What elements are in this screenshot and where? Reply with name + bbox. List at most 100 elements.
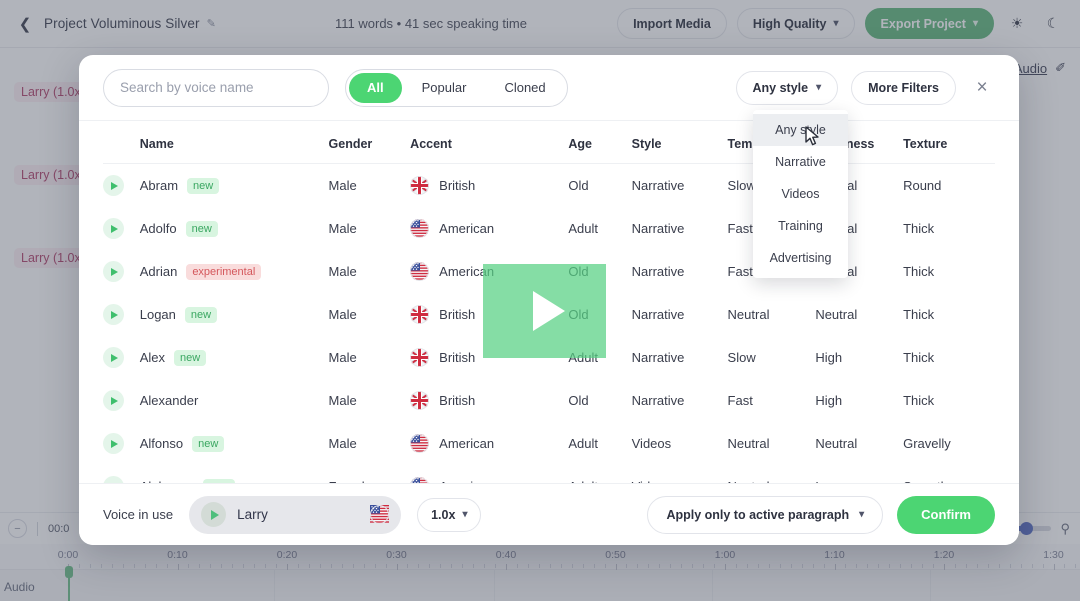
row-loudness-cell: Neutral xyxy=(815,307,858,322)
row-style-cell: Narrative xyxy=(631,393,685,408)
style-filter-dropdown[interactable]: Any style ▾ xyxy=(735,70,839,105)
voice-name: Alex xyxy=(139,350,166,365)
play-icon xyxy=(111,181,118,190)
row-style-cell: Narrative xyxy=(631,307,685,322)
voice-in-use-label: Voice in use xyxy=(103,507,174,522)
play-voice-button[interactable] xyxy=(103,218,124,239)
segment-popular[interactable]: Popular xyxy=(404,73,485,103)
row-play-cell[interactable] xyxy=(103,250,140,293)
chevron-down-icon: ▾ xyxy=(462,509,468,520)
dropdown-item-training[interactable]: Training xyxy=(753,210,848,242)
playback-speed-selector[interactable]: 1.0x ▾ xyxy=(417,497,482,532)
row-texture-cell: Thick xyxy=(903,307,935,322)
accent-label: American xyxy=(439,221,495,236)
category-segmented-control: All Popular Cloned xyxy=(345,68,568,107)
voice-tag: new xyxy=(192,435,225,452)
voice-table-head: Name Gender Accent Age Style Tempo Loudn… xyxy=(103,121,995,164)
voice-tag: new xyxy=(184,306,218,323)
play-icon xyxy=(111,396,118,405)
row-tempo-cell: Neutral xyxy=(727,436,770,451)
confirm-label: Confirm xyxy=(921,507,971,522)
col-header-name: Name xyxy=(139,137,174,151)
voice-row[interactable]: AbramnewMaleBritishOldNarrativeSlowNeutr… xyxy=(103,164,995,208)
row-tempo-cell: Fast xyxy=(727,393,753,408)
row-accent-cell: British xyxy=(410,164,568,208)
row-tempo-cell: Neutral xyxy=(727,307,770,322)
play-voice-button[interactable] xyxy=(103,261,124,282)
more-filters-button[interactable]: More Filters xyxy=(851,70,956,105)
voice-name: Alexander xyxy=(139,393,199,408)
mouse-cursor xyxy=(804,126,821,152)
row-play-cell[interactable] xyxy=(103,379,140,422)
row-texture-cell: Thick xyxy=(903,393,935,408)
play-voice-button[interactable] xyxy=(103,433,124,454)
flag-icon xyxy=(370,505,390,524)
voice-row[interactable]: AdolfonewMaleAmericanAdultNarrativeFastN… xyxy=(103,207,995,250)
table-header-row: Name Gender Accent Age Style Tempo Loudn… xyxy=(103,121,995,164)
confirm-button[interactable]: Confirm xyxy=(897,495,995,534)
play-voice-button[interactable] xyxy=(103,347,124,368)
col-header-age: Age xyxy=(568,137,592,151)
row-name-cell: Alexander xyxy=(140,379,329,422)
voice-preview-overlay[interactable] xyxy=(483,264,606,358)
selected-voice-flag xyxy=(370,505,390,524)
row-accent-cell: American xyxy=(410,422,568,465)
row-loudness-cell: High xyxy=(815,393,843,408)
dropdown-item-any-style[interactable]: Any style xyxy=(753,114,848,146)
play-icon xyxy=(111,224,118,233)
row-gender-cell: Male xyxy=(328,350,357,365)
row-age-cell: Old xyxy=(568,393,589,408)
flag-icon xyxy=(410,348,430,367)
voice-row[interactable]: Alfonso new Male American Adult Videos Neutral… xyxy=(103,422,995,465)
accent-label: British xyxy=(439,350,476,365)
row-play-cell[interactable] xyxy=(103,336,140,379)
flag-icon xyxy=(410,176,430,195)
more-filters-label: More Filters xyxy=(868,80,939,95)
play-icon xyxy=(111,439,118,448)
close-icon[interactable]: × xyxy=(969,75,995,101)
selected-voice-name: Larry xyxy=(237,507,268,522)
selected-voice-chip[interactable]: Larry xyxy=(189,495,402,534)
row-texture-cell: Thick xyxy=(903,350,935,365)
row-age-cell: Adult xyxy=(568,436,598,451)
accent-label: British xyxy=(439,393,476,408)
voice-name: Logan xyxy=(139,307,176,322)
voice-row[interactable]: Alexander Male British Old Narrative Fast High… xyxy=(103,379,995,422)
row-name-cell: Adrian experimental xyxy=(140,250,329,293)
accent-label: British xyxy=(439,307,476,322)
row-gender-cell: Male xyxy=(328,221,357,236)
voice-name: Adrian xyxy=(139,264,178,279)
col-header-style: Style xyxy=(631,137,662,151)
play-voice-button[interactable] xyxy=(103,175,124,196)
dropdown-item-narrative[interactable]: Narrative xyxy=(753,146,848,178)
apply-scope-selector[interactable]: Apply only to active paragraph ▾ xyxy=(647,495,884,534)
segment-cloned[interactable]: Cloned xyxy=(486,73,563,103)
row-accent-cell: American xyxy=(410,207,568,250)
voice-name: Abram xyxy=(139,178,179,193)
play-icon xyxy=(111,353,118,362)
play-voice-button[interactable] xyxy=(103,304,124,325)
apply-scope-label: Apply only to active paragraph xyxy=(666,507,850,522)
preview-play-button[interactable] xyxy=(201,502,227,527)
modal-footer: Voice in use Larry 1.0x ▾ Apply only to … xyxy=(79,483,1019,545)
search-box[interactable] xyxy=(103,68,329,107)
voice-name: Adolfo xyxy=(139,221,177,236)
row-play-cell[interactable] xyxy=(103,422,140,465)
row-gender-cell: Male xyxy=(328,178,357,193)
segment-all[interactable]: All xyxy=(349,72,402,103)
play-voice-button[interactable] xyxy=(103,390,124,411)
row-gender-cell: Male xyxy=(328,264,357,279)
voice-tag: new xyxy=(174,349,207,366)
row-play-cell[interactable] xyxy=(103,164,140,208)
modal-header-actions: Any style ▾ More Filters × xyxy=(735,70,995,105)
dropdown-item-videos[interactable]: Videos xyxy=(753,178,848,210)
flag-icon xyxy=(410,391,430,410)
search-input[interactable] xyxy=(120,80,312,95)
row-age-cell: Adult xyxy=(568,221,598,236)
row-play-cell[interactable] xyxy=(103,293,140,336)
dropdown-item-advertising[interactable]: Advertising xyxy=(753,242,848,274)
voice-name: Alfonso xyxy=(139,436,184,451)
row-name-cell: Logan new xyxy=(140,293,329,336)
row-play-cell[interactable] xyxy=(103,207,140,250)
row-name-cell: Alfonso new xyxy=(140,422,329,465)
